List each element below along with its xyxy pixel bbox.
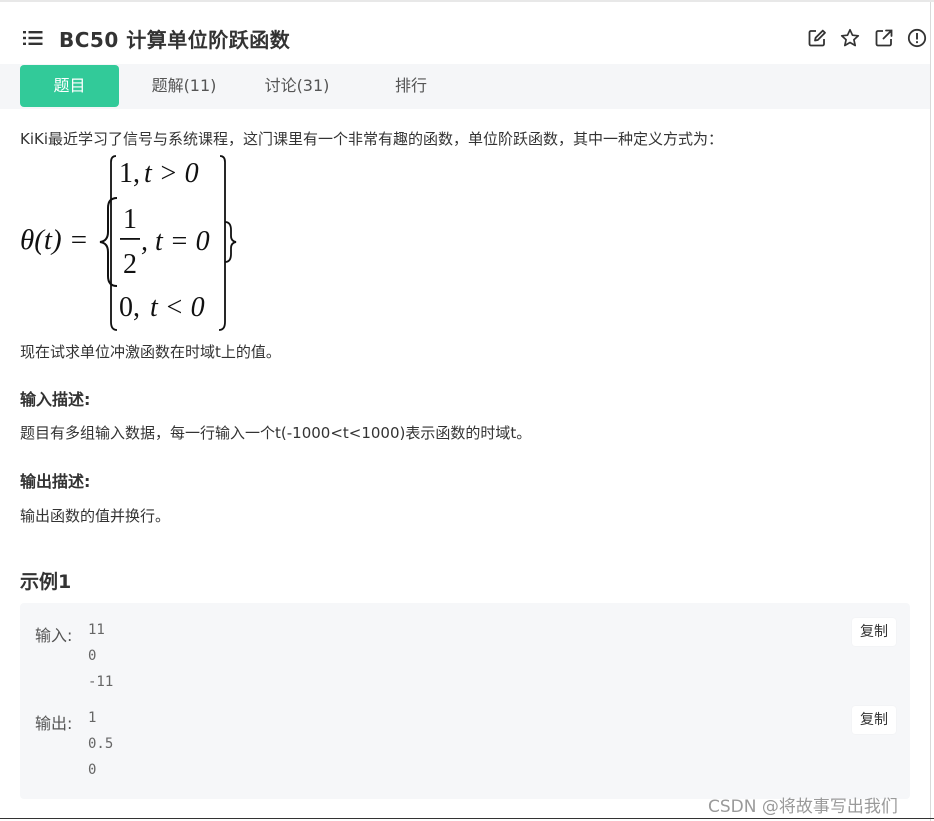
formula-case2-numerator: 1 <box>123 204 137 235</box>
bottom-border <box>0 818 934 819</box>
example-output-label: 输出: <box>35 714 73 733</box>
share-icon[interactable] <box>874 28 894 48</box>
example-title: 示例1 <box>20 571 72 593</box>
formula-case2-denominator: 2 <box>123 249 137 280</box>
input-description-text: 题目有多组输入数据，每一行输入一个t(-1000<t<1000)表示函数的时域t… <box>20 424 532 442</box>
example-box: 输入: 11 0 -11 复制 输出: 1 0.5 0 复制 <box>20 603 910 799</box>
formula-case1-condition: t > 0 <box>144 158 199 189</box>
list-icon[interactable] <box>23 30 43 46</box>
example-input-line: 11 <box>88 622 105 638</box>
formula-case1-value: 1, <box>119 158 140 189</box>
input-description-title: 输入描述: <box>20 390 91 409</box>
problem-header: BC50 计算单位阶跃函数 <box>0 2 930 64</box>
formula-case2-condition: , t = 0 <box>141 226 210 257</box>
edit-icon[interactable] <box>807 28 827 48</box>
example-input-line: -11 <box>88 674 114 690</box>
info-icon[interactable] <box>907 28 927 48</box>
formula-lhs: θ(t) = <box>20 224 88 256</box>
csdn-watermark: CSDN @将故事写出我们 <box>708 797 898 817</box>
tab-ranking[interactable]: 排行 <box>380 65 442 107</box>
tab-discussion[interactable]: 讨论(31) <box>252 65 342 107</box>
description-intro: KiKi最近学习了信号与系统课程，这门课里有一个非常有趣的函数，单位阶跃函数，其… <box>20 130 724 148</box>
step-function-formula: θ(t) = 1, t > 0 1 2 , t = 0 0, t < 0 <box>20 155 237 331</box>
problem-description: KiKi最近学习了信号与系统课程，这门课里有一个非常有趣的函数，单位阶跃函数，其… <box>20 126 910 152</box>
problem-tabs: 题目 题解(11) 讨论(31) 排行 <box>0 64 930 109</box>
star-icon[interactable] <box>840 28 860 48</box>
example-input-line: 0 <box>88 648 97 664</box>
example-output-line: 1 <box>88 710 97 726</box>
example-output-lines: 1 0.5 0 <box>88 705 113 783</box>
example-input-lines: 11 0 -11 <box>88 617 113 695</box>
tab-solutions[interactable]: 题解(11) <box>140 65 228 107</box>
example-output-line: 0.5 <box>88 736 114 752</box>
output-description-text: 输出函数的值并换行。 <box>20 507 171 525</box>
scrollbar-track <box>930 2 931 821</box>
copy-input-button[interactable]: 复制 <box>852 618 896 646</box>
description-task: 现在试求单位冲激函数在时域t上的值。 <box>20 343 281 361</box>
copy-output-button[interactable]: 复制 <box>852 706 896 734</box>
formula-case3-value: 0, <box>119 292 140 323</box>
example-input-label: 输入: <box>35 626 73 645</box>
fraction-bar <box>120 238 140 240</box>
example-output-line: 0 <box>88 762 97 778</box>
page-title: BC50 计算单位阶跃函数 <box>59 28 291 52</box>
formula-case3-condition: t < 0 <box>150 292 205 323</box>
output-description-title: 输出描述: <box>20 472 91 491</box>
tab-problem[interactable]: 题目 <box>20 65 119 107</box>
